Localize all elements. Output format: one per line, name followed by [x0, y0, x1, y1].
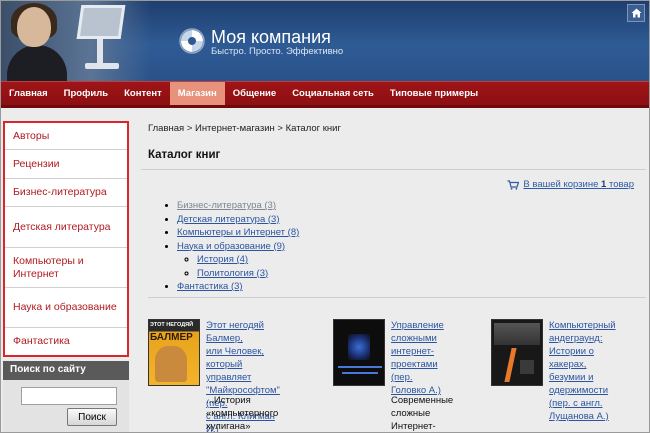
- nav-item-home[interactable]: Главная: [1, 82, 56, 105]
- category-link-history[interactable]: История (4): [197, 254, 248, 265]
- breadcrumb[interactable]: Главная > Интернет-магазин > Каталог кни…: [148, 123, 341, 134]
- cart-link[interactable]: В вашей корзине 1 товар: [507, 179, 634, 190]
- main-content: Главная > Интернет-магазин > Каталог кни…: [141, 111, 646, 432]
- category-link-business[interactable]: Бизнес-литература (3): [177, 200, 276, 211]
- category-link-science[interactable]: Наука и образование (9): [177, 241, 285, 252]
- page: Моя компания Быстро. Просто. Эффективно …: [0, 0, 650, 433]
- book-cover[interactable]: ЭТОТ НЕГОДЯЙ БАЛМЕР: [148, 319, 200, 386]
- main-nav: Главная Профиль Контент Магазин Общение …: [1, 81, 649, 108]
- book-description: Современные сложные Интернет-: [391, 395, 454, 432]
- book-cover[interactable]: [491, 319, 543, 386]
- home-icon: [631, 8, 641, 18]
- page-title: Каталог книг: [148, 149, 221, 161]
- cart-icon: [507, 179, 520, 190]
- site-header: Моя компания Быстро. Просто. Эффективно: [1, 1, 649, 81]
- category-list: Бизнес-литература (3) Детская литература…: [163, 199, 299, 294]
- book-title-link[interactable]: Компьютерный андеграунд: Истории о хакер…: [549, 319, 616, 423]
- category-link-fiction[interactable]: Фантастика (3): [177, 281, 243, 292]
- section-divider: [148, 297, 646, 298]
- book-cover[interactable]: [333, 319, 385, 386]
- sidebar-item-business[interactable]: Бизнес-литература: [5, 179, 127, 207]
- cart-suffix: товар: [608, 179, 634, 190]
- search-button[interactable]: Поиск: [67, 408, 117, 426]
- book-description: ...История «компьютерного хулигана» Стив…: [206, 395, 279, 432]
- nav-item-shop[interactable]: Магазин: [169, 82, 225, 105]
- sidebar-item-fiction[interactable]: Фантастика: [5, 328, 127, 355]
- search-input[interactable]: [21, 387, 117, 405]
- company-logo-icon: [179, 28, 205, 54]
- search-title: Поиск по сайту: [3, 361, 129, 380]
- site-search: Поиск по сайту Поиск: [3, 361, 129, 432]
- nav-item-profile[interactable]: Профиль: [56, 82, 116, 105]
- nav-item-content[interactable]: Контент: [116, 82, 170, 105]
- nav-item-communication[interactable]: Общение: [225, 82, 284, 105]
- cart-count: 1: [601, 179, 607, 190]
- sidebar-item-authors[interactable]: Авторы: [5, 123, 127, 150]
- company-name[interactable]: Моя компания: [211, 27, 331, 48]
- cover-title-large: БАЛМЕР: [150, 332, 193, 343]
- nav-item-social-network[interactable]: Социальная сеть: [284, 82, 382, 105]
- sidebar-item-reviews[interactable]: Рецензии: [5, 150, 127, 179]
- category-link-politics[interactable]: Политология (3): [197, 268, 268, 279]
- cover-title-small: ЭТОТ НЕГОДЯЙ: [150, 322, 194, 328]
- cart-prefix: В вашей корзине: [523, 179, 599, 190]
- book-title-link[interactable]: Управление сложными интернет- проектами …: [391, 319, 444, 397]
- sidebar-item-computers[interactable]: Компьютеры и Интернет: [5, 248, 127, 288]
- company-slogan: Быстро. Просто. Эффективно: [211, 46, 344, 57]
- sidebar-item-science[interactable]: Наука и образование: [5, 288, 127, 328]
- category-link-computers[interactable]: Компьютеры и Интернет (8): [177, 227, 299, 238]
- sidebar-menu: Авторы Рецензии Бизнес-литература Детска…: [3, 121, 129, 357]
- category-link-children[interactable]: Детская литература (3): [177, 214, 279, 225]
- sidebar-item-children[interactable]: Детская литература: [5, 207, 127, 248]
- header-photo: [1, 1, 151, 81]
- nav-item-examples[interactable]: Типовые примеры: [382, 82, 486, 105]
- title-divider: [141, 169, 646, 170]
- home-button[interactable]: [627, 4, 645, 22]
